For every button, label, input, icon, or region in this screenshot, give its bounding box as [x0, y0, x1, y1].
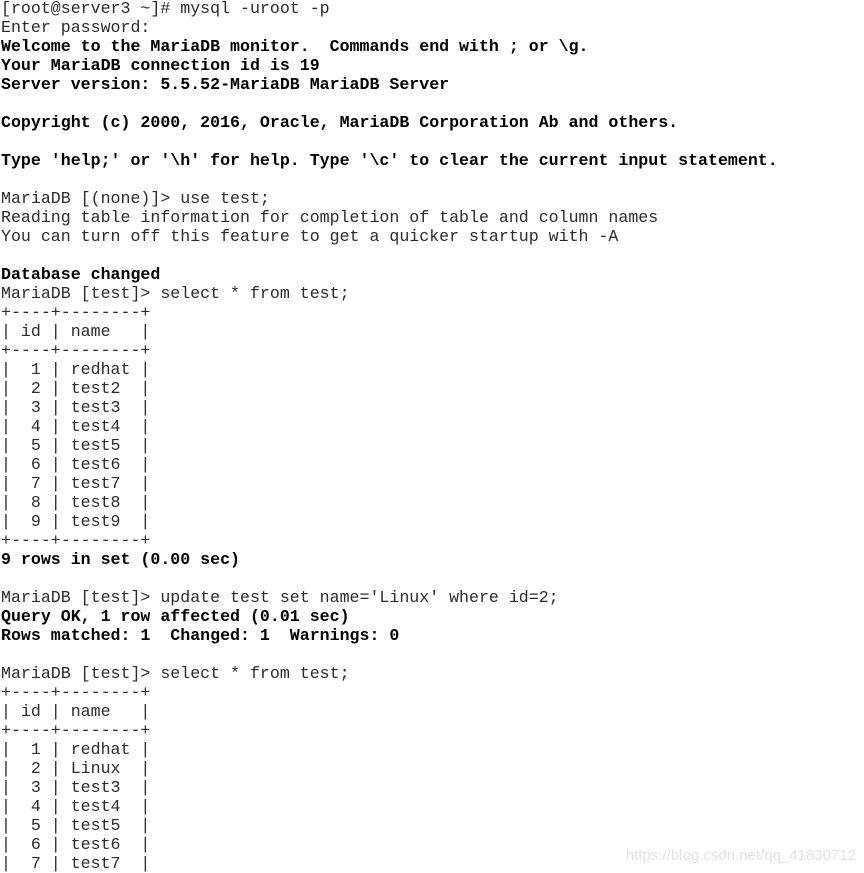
output-line: You can turn off this feature to get a q… [1, 227, 619, 246]
table-row: | 5 | test5 | [1, 436, 151, 455]
table-border-line: +----+--------+ [1, 341, 151, 360]
table-row: | 8 | test8 | [1, 493, 151, 512]
table-header-row: | id | name | [1, 702, 151, 721]
table-row: | 3 | test3 | [1, 398, 151, 417]
sql-command-line: MariaDB [test]> select * from test; [1, 284, 350, 303]
table-row: | 6 | test6 | [1, 455, 151, 474]
table-header-row: | id | name | [1, 322, 151, 341]
table-row: | 4 | test4 | [1, 417, 151, 436]
output-line: Welcome to the MariaDB monitor. Commands… [1, 37, 589, 56]
table-row: | 1 | redhat | [1, 360, 151, 379]
sql-command-line: MariaDB [(none)]> use test; [1, 189, 270, 208]
terminal-output[interactable]: [root@server3 ~]# mysql -uroot -p Enter p… [1, 0, 778, 873]
table-row: | 1 | redhat | [1, 740, 151, 759]
table-border-line: +----+--------+ [1, 721, 151, 740]
table-border-line: +----+--------+ [1, 531, 151, 550]
table-border-line: +----+--------+ [1, 683, 151, 702]
table-border-line: +----+--------+ [1, 303, 151, 322]
sql-command-line: MariaDB [test]> select * from test; [1, 664, 350, 683]
output-line: Server version: 5.5.52-MariaDB MariaDB S… [1, 75, 450, 94]
table-row: | 3 | test3 | [1, 778, 151, 797]
output-line: Enter password: [1, 18, 151, 37]
table-row: | 4 | test4 | [1, 797, 151, 816]
table-row: | 2 | Linux | [1, 759, 151, 778]
table-row: | 7 | test7 | [1, 474, 151, 493]
table-row: | 2 | test2 | [1, 379, 151, 398]
output-line: 9 rows in set (0.00 sec) [1, 550, 240, 569]
output-line: Type 'help;' or '\h' for help. Type '\c'… [1, 151, 778, 170]
table-row: | 9 | test9 | [1, 512, 151, 531]
output-line: Database changed [1, 265, 161, 284]
output-line: Query OK, 1 row affected (0.01 sec) [1, 607, 350, 626]
output-line: Your MariaDB connection id is 19 [1, 56, 320, 75]
output-line: Reading table information for completion… [1, 208, 659, 227]
output-line: Rows matched: 1 Changed: 1 Warnings: 0 [1, 626, 400, 645]
sql-command-line: MariaDB [test]> update test set name='Li… [1, 588, 559, 607]
shell-command-line: [root@server3 ~]# mysql -uroot -p [1, 0, 330, 18]
output-line: Copyright (c) 2000, 2016, Oracle, MariaD… [1, 113, 679, 132]
watermark: https://blog.csdn.net/qq_41830712 [625, 847, 856, 864]
table-row: | 5 | test5 | [1, 816, 151, 835]
